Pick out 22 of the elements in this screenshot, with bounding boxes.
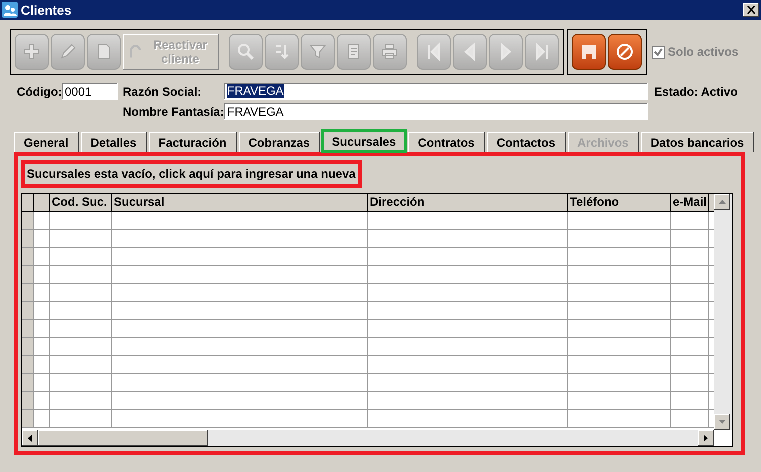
tab[interactable]: Contratos	[408, 132, 485, 152]
tab[interactable]: General	[14, 132, 79, 152]
add-branch-link[interactable]: Sucursales esta vacío, click aquí para ingresar una nueva	[21, 160, 362, 188]
codigo-field[interactable]: 0001	[62, 83, 118, 100]
window-title: Clientes	[21, 2, 73, 18]
nombre-fantasia-label: Nombre Fantasía:	[122, 104, 224, 118]
column-header[interactable]: Dirección	[368, 194, 568, 211]
tab[interactable]: Cobranzas	[238, 132, 320, 152]
tab[interactable]: Datos bancarios	[640, 132, 754, 152]
razon-social-field[interactable]: FRAVEGA	[224, 83, 648, 100]
tab[interactable]: Facturación	[148, 132, 237, 152]
tab[interactable]: Detalles	[80, 132, 147, 152]
nombre-fantasia-field[interactable]: FRAVEGA	[224, 103, 648, 120]
column-header[interactable]: Teléfono	[568, 194, 671, 211]
razon-social-label: Razón Social:	[122, 84, 203, 98]
tab[interactable]: Contactos	[486, 132, 566, 152]
codigo-label: Código:	[17, 84, 62, 98]
tab[interactable]: Sucursales	[322, 130, 406, 152]
column-header[interactable]: Cod. Suc.	[50, 194, 112, 211]
estado-text: Estado: Activo	[653, 84, 739, 98]
column-header[interactable]: e-Mail	[671, 194, 709, 211]
column-header[interactable]: Sucursal	[112, 194, 368, 211]
